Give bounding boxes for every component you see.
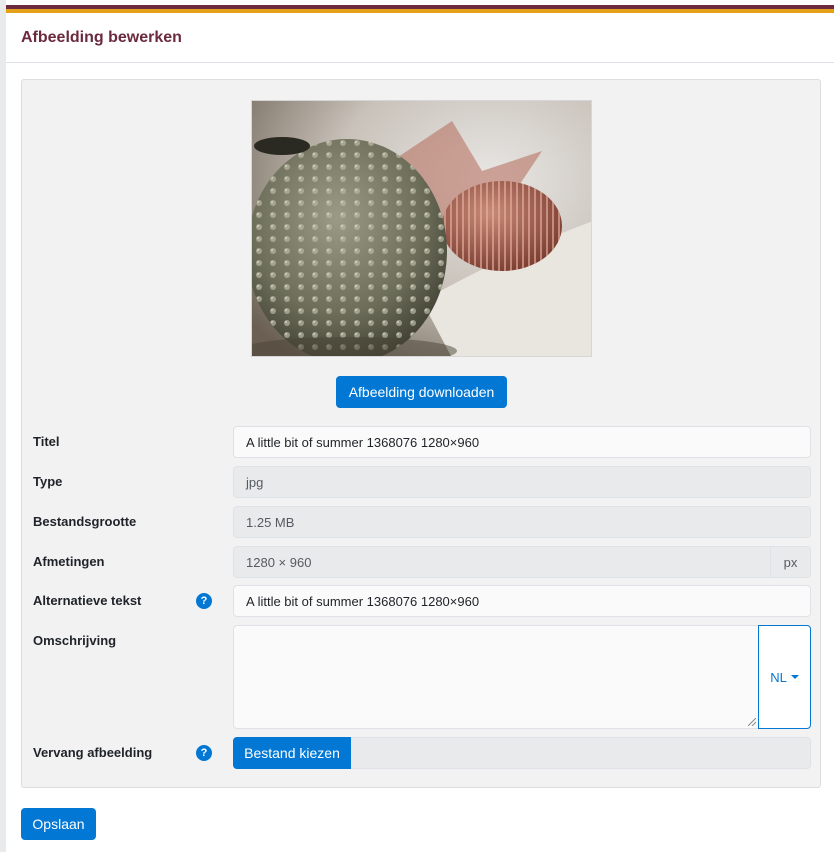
filesize-label: Bestandsgrootte [33, 514, 137, 529]
type-label: Type [33, 474, 63, 489]
language-label: NL [770, 669, 787, 685]
brand-stripe [6, 5, 834, 13]
image-preview [251, 100, 592, 357]
dimensions-field: 1280 × 960 [233, 546, 771, 578]
edit-panel: Afbeelding downloaden Titel A little bit… [21, 79, 821, 788]
alt-text-label: Alternatieve tekst [33, 593, 142, 608]
resize-handle-icon[interactable] [748, 718, 756, 726]
choose-file-button[interactable]: Bestand kiezen [233, 737, 351, 769]
page-header: Afbeelding bewerken [6, 13, 834, 63]
download-image-button[interactable]: Afbeelding downloaden [336, 376, 507, 408]
title-input[interactable]: A little bit of summer 1368076 1280×960 [233, 426, 811, 458]
description-label: Omschrijving [33, 633, 117, 648]
left-rail [0, 0, 6, 852]
save-button[interactable]: Opslaan [21, 808, 96, 840]
title-label: Titel [33, 434, 60, 449]
replace-image-help-icon[interactable]: ? [196, 745, 212, 761]
replace-image-label: Vervang afbeelding [33, 745, 153, 760]
filesize-field: 1.25 MB [233, 506, 811, 538]
sea-urchin-photo-icon [252, 101, 591, 356]
type-field: jpg [233, 466, 811, 498]
alt-text-help-icon[interactable]: ? [196, 593, 212, 609]
caret-down-icon [790, 675, 799, 679]
alt-text-input[interactable]: A little bit of summer 1368076 1280×960 [233, 585, 811, 617]
description-textarea[interactable] [233, 625, 759, 729]
file-input[interactable]: Bestand kiezen [233, 737, 811, 769]
language-dropdown-button[interactable]: NL [758, 625, 811, 729]
dimensions-unit: px [771, 546, 811, 578]
page-title: Afbeelding bewerken [21, 29, 182, 46]
dimensions-label: Afmetingen [33, 554, 105, 569]
